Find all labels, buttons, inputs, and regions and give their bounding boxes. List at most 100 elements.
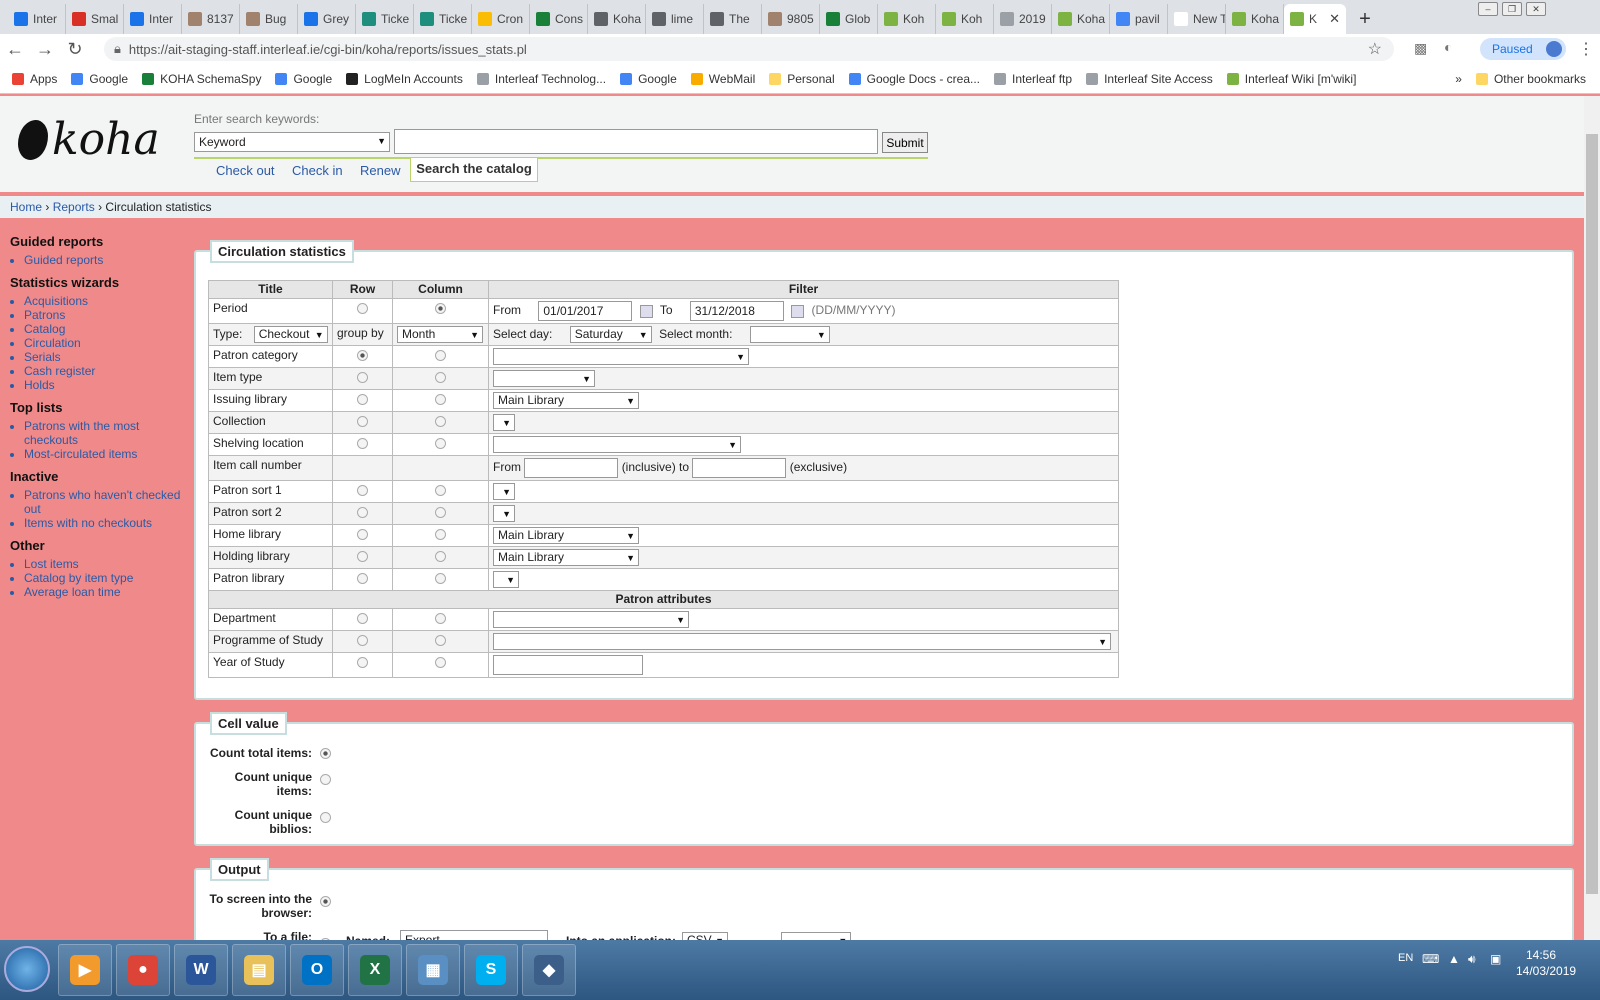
group-by-select[interactable]: Month bbox=[397, 326, 483, 343]
browser-tab[interactable]: Koh bbox=[936, 4, 994, 34]
browser-tab[interactable]: Cron bbox=[472, 4, 530, 34]
new-tab-button[interactable]: + bbox=[1352, 4, 1378, 34]
sidebar-item-link[interactable]: Lost items bbox=[24, 557, 190, 571]
sidebar-item-link[interactable]: Most-circulated items bbox=[24, 447, 190, 461]
browser-tab[interactable]: 8137 bbox=[182, 4, 240, 34]
home-library-select[interactable]: Main Library bbox=[493, 527, 639, 544]
taskbar-app-button[interactable]: ● bbox=[116, 944, 170, 996]
collection-select[interactable] bbox=[493, 414, 515, 431]
item-type-row-radio[interactable] bbox=[357, 372, 368, 383]
calendar-icon[interactable] bbox=[639, 304, 653, 318]
language-indicator[interactable]: EN bbox=[1398, 952, 1413, 964]
restore-window-button[interactable]: ❐ bbox=[1502, 2, 1522, 16]
browser-menu-icon[interactable]: ⋮ bbox=[1578, 39, 1594, 59]
tab-search-catalog[interactable]: Search the catalog bbox=[410, 158, 538, 182]
shelving-location-column-radio[interactable] bbox=[435, 438, 446, 449]
browser-tab[interactable]: Koh bbox=[878, 4, 936, 34]
tab-check-in[interactable]: Check in bbox=[292, 163, 343, 178]
sidebar-item-link[interactable]: Holds bbox=[24, 378, 190, 392]
clock-date[interactable]: 14/03/2019 bbox=[1516, 964, 1576, 978]
bookmark-item[interactable]: WebMail bbox=[690, 72, 755, 86]
close-tab-icon[interactable]: ✕ bbox=[1329, 11, 1340, 27]
tab-check-out[interactable]: Check out bbox=[216, 163, 275, 178]
address-bar[interactable]: 🔒︎ https://ait-staging-staff.interleaf.i… bbox=[104, 37, 1394, 61]
call-number-to-input[interactable] bbox=[692, 458, 787, 478]
programme-column-radio[interactable] bbox=[435, 635, 446, 646]
patron-sort-1-row-radio[interactable] bbox=[357, 485, 368, 496]
browser-tab[interactable]: Koha bbox=[1052, 4, 1110, 34]
taskbar-app-button[interactable]: S bbox=[464, 944, 518, 996]
sidebar-item-link[interactable]: Items with no checkouts bbox=[24, 516, 190, 530]
department-row-radio[interactable] bbox=[357, 613, 368, 624]
patron-sort-2-select[interactable] bbox=[493, 505, 515, 522]
browser-tab[interactable]: Bug bbox=[240, 4, 298, 34]
period-row-radio[interactable] bbox=[357, 303, 368, 314]
patron-library-row-radio[interactable] bbox=[357, 573, 368, 584]
holding-library-select[interactable]: Main Library bbox=[493, 549, 639, 566]
patron-category-column-radio[interactable] bbox=[435, 350, 446, 361]
count-unique-biblios-radio[interactable] bbox=[320, 812, 331, 823]
sidebar-item-link[interactable]: Cash register bbox=[24, 364, 190, 378]
scrollbar-thumb[interactable] bbox=[1586, 134, 1598, 894]
shelving-location-select[interactable] bbox=[493, 436, 741, 453]
sidebar-item-link[interactable]: Average loan time bbox=[24, 585, 190, 599]
item-type-select[interactable] bbox=[493, 370, 595, 387]
issuing-library-column-radio[interactable] bbox=[435, 394, 446, 405]
patron-library-select[interactable] bbox=[493, 571, 519, 588]
taskbar-app-button[interactable]: X bbox=[348, 944, 402, 996]
patron-sort-2-column-radio[interactable] bbox=[435, 507, 446, 518]
browser-tab[interactable]: 2019 bbox=[994, 4, 1052, 34]
patron-sort-1-select[interactable] bbox=[493, 483, 515, 500]
bookmark-item[interactable]: Interleaf Wiki [m'wiki] bbox=[1226, 72, 1356, 86]
breadcrumb-home[interactable]: Home bbox=[10, 200, 42, 214]
close-window-button[interactable]: ✕ bbox=[1526, 2, 1546, 16]
sidebar-item-link[interactable]: Catalog bbox=[24, 322, 190, 336]
show-hidden-icons-icon[interactable]: ▲ bbox=[1448, 952, 1460, 966]
taskbar-app-button[interactable]: ◆ bbox=[522, 944, 576, 996]
bookmark-item[interactable]: Google bbox=[620, 72, 677, 86]
network-icon[interactable]: ▣ bbox=[1490, 952, 1501, 966]
bookmark-item[interactable]: Interleaf ftp bbox=[994, 72, 1072, 86]
programme-row-radio[interactable] bbox=[357, 635, 368, 646]
count-total-radio[interactable] bbox=[320, 748, 331, 759]
bookmark-item[interactable]: Google bbox=[275, 72, 332, 86]
forward-icon[interactable]: → bbox=[30, 39, 60, 60]
bookmark-item[interactable]: Personal bbox=[769, 72, 835, 86]
submit-button[interactable]: Submit bbox=[882, 132, 928, 153]
sidebar-item-link[interactable]: Serials bbox=[24, 350, 190, 364]
bookmark-item[interactable]: KOHA SchemaSpy bbox=[142, 72, 261, 86]
home-library-row-radio[interactable] bbox=[357, 529, 368, 540]
period-column-radio[interactable] bbox=[435, 303, 446, 314]
bookmark-item[interactable]: Interleaf Site Access bbox=[1086, 72, 1213, 86]
browser-tab[interactable]: The bbox=[704, 4, 762, 34]
sidebar-item-link[interactable]: Acquisitions bbox=[24, 294, 190, 308]
period-from-input[interactable]: 01/01/2017 bbox=[538, 301, 633, 321]
search-input[interactable] bbox=[394, 129, 878, 154]
browser-tab[interactable]: Inter bbox=[124, 4, 182, 34]
reload-icon[interactable]: ↻ bbox=[60, 39, 90, 60]
type-select[interactable]: Checkout bbox=[253, 326, 328, 343]
browser-tab[interactable]: lime bbox=[646, 4, 704, 34]
page-scrollbar[interactable] bbox=[1584, 96, 1600, 940]
bookmark-item[interactable]: LogMeIn Accounts bbox=[346, 72, 463, 86]
taskbar-app-button[interactable]: ▶ bbox=[58, 944, 112, 996]
issuing-library-select[interactable]: Main Library bbox=[493, 392, 639, 409]
bookmark-item[interactable]: Apps bbox=[12, 72, 57, 86]
extension-icon[interactable]: ▩ bbox=[1414, 40, 1427, 57]
bookmark-star-icon[interactable]: ☆ bbox=[1368, 39, 1382, 59]
koha-logo[interactable]: koha bbox=[18, 114, 160, 165]
taskbar-app-button[interactable]: W bbox=[174, 944, 228, 996]
sidebar-item-link[interactable]: Circulation bbox=[24, 336, 190, 350]
browser-tab[interactable]: Glob bbox=[820, 4, 878, 34]
sidebar-item-link[interactable]: Patrons with the most checkouts bbox=[24, 419, 190, 447]
browser-tab[interactable]: Ticke bbox=[356, 4, 414, 34]
browser-tab[interactable]: Ticke bbox=[414, 4, 472, 34]
shelving-location-row-radio[interactable] bbox=[357, 438, 368, 449]
start-button[interactable] bbox=[4, 946, 50, 992]
item-type-column-radio[interactable] bbox=[435, 372, 446, 383]
extension-icon[interactable]: ◐ bbox=[1444, 39, 1452, 55]
period-to-input[interactable]: 31/12/2018 bbox=[689, 301, 784, 321]
profile-paused-button[interactable]: Paused bbox=[1480, 38, 1566, 60]
search-type-select[interactable]: Keyword bbox=[194, 132, 390, 152]
taskbar-app-button[interactable]: ▦ bbox=[406, 944, 460, 996]
